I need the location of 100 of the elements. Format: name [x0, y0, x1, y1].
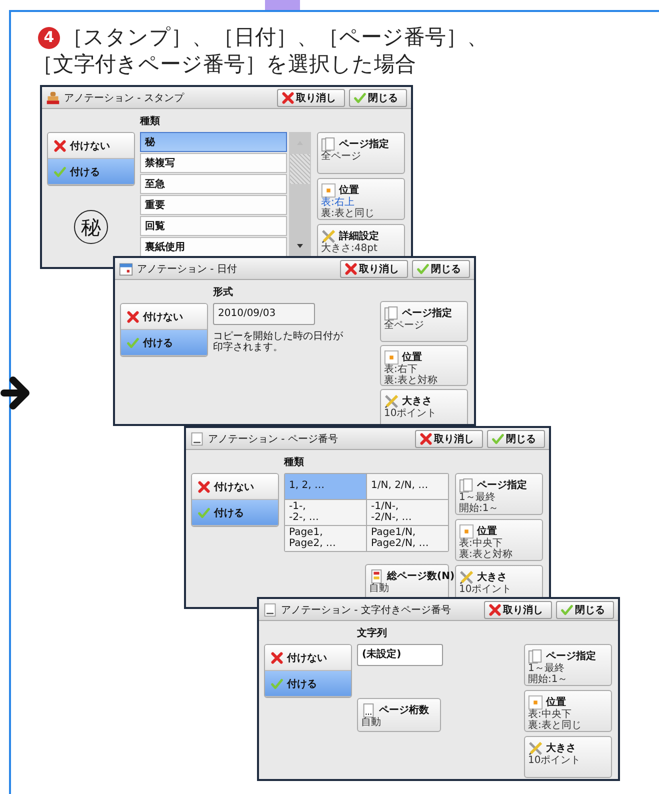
check-icon	[417, 262, 429, 274]
format-option[interactable]: Page1/N, Page2/N, …	[367, 526, 448, 551]
section-label: 種類	[140, 115, 161, 129]
pages-icon	[321, 136, 336, 152]
close-icon	[420, 432, 432, 444]
section-label: 形式	[213, 286, 234, 300]
document-icon	[190, 432, 204, 446]
list-item[interactable]: 禁複写	[140, 153, 287, 173]
setting-value: 裏:表と同じ	[528, 720, 582, 731]
setting-button[interactable]: 位置 表:右下 裏:表と対称	[380, 345, 468, 386]
setting-value: 10ポイント	[459, 585, 513, 596]
document-icon	[369, 568, 384, 584]
setting-value: 全ページ	[321, 152, 362, 162]
input-field[interactable]: 2010/09/03	[213, 303, 315, 325]
list-item[interactable]: 至急	[140, 174, 287, 194]
format-option[interactable]: 1, 2, …	[285, 474, 366, 499]
cancel-button[interactable]: 取り消し	[277, 88, 345, 106]
position-icon	[528, 694, 543, 710]
setting-value: 裏:表と対称	[459, 550, 514, 560]
position-icon	[321, 182, 336, 198]
setting-value: 裏:表と同じ	[321, 208, 376, 219]
window-title: アノテーション - ページ番号	[208, 432, 339, 446]
setting-value: 表:右下	[384, 365, 418, 375]
note-text: コピーを開始した時の日付が印字されます。	[213, 331, 343, 353]
format-option[interactable]: -1/N-, -2/N-, …	[367, 500, 448, 525]
setting-button[interactable]: 大きさ 10ポイント	[380, 389, 468, 424]
check-icon	[354, 92, 366, 104]
close-button[interactable]: 閉じる	[412, 260, 470, 278]
scrollbar[interactable]	[289, 132, 311, 257]
tools-icon	[384, 394, 399, 408]
list-item[interactable]: 回覧	[140, 216, 287, 236]
setting-button[interactable]: 位置 表:右上 裏:表と同じ	[317, 178, 405, 220]
list-item[interactable]: 裏紙使用	[140, 237, 287, 257]
setting-button[interactable]: ページ桁数 自動	[357, 698, 441, 732]
setting-button[interactable]: 位置 表:中央下 裏:表と同じ	[524, 690, 612, 732]
close-button[interactable]: 閉じる	[487, 430, 545, 448]
calendar-icon	[119, 262, 133, 276]
list-item[interactable]: 秘	[140, 132, 287, 152]
option-button[interactable]: 付ける	[48, 159, 134, 185]
format-option[interactable]: -1-, -2-, …	[285, 500, 366, 525]
option-button[interactable]: 付けない	[121, 304, 207, 330]
heading-text: ［文字付きページ番号］を選択した場合	[32, 51, 417, 78]
setting-value: 1～最終	[459, 493, 496, 503]
option-button[interactable]: 付けない	[48, 133, 134, 159]
close-button[interactable]: 閉じる	[349, 88, 407, 106]
option-button[interactable]: 付けない	[192, 474, 278, 500]
close-icon	[345, 262, 357, 274]
cross-icon	[54, 140, 66, 152]
close-icon	[282, 92, 294, 104]
option-button[interactable]: 付ける	[192, 500, 278, 526]
setting-button[interactable]: 位置 表:中央下 裏:表と対称	[455, 519, 543, 561]
heading-text: ［スタンプ］、［日付］、［ページ番号］、	[62, 24, 488, 51]
check-icon	[127, 336, 139, 348]
format-option[interactable]: 1/N, 2/N, …	[367, 474, 448, 499]
setting-value: 10ポイント	[528, 756, 582, 766]
tab-marker	[265, 0, 300, 10]
window-title: アノテーション - 日付	[137, 262, 238, 276]
list-item[interactable]: 重要	[140, 195, 287, 215]
setting-value: 大きさ:48pt	[321, 244, 378, 254]
close-button[interactable]: 閉じる	[556, 600, 614, 618]
tools-icon	[459, 570, 474, 584]
stamp-preview: 秘	[74, 210, 108, 244]
check-icon	[198, 506, 210, 518]
setting-button[interactable]: ページ指定 全ページ	[380, 301, 468, 342]
check-icon	[54, 166, 66, 178]
tools-icon	[528, 740, 543, 756]
tools-icon	[321, 228, 336, 244]
option-button[interactable]: 付ける	[121, 330, 207, 356]
document-icon	[361, 702, 376, 718]
setting-button[interactable]: ページ指定 1～最終 開始:1～	[524, 644, 612, 686]
setting-button[interactable]: 大きさ 10ポイント	[524, 736, 612, 778]
cancel-button[interactable]: 取り消し	[415, 430, 483, 448]
position-icon	[459, 524, 474, 538]
check-icon	[561, 604, 573, 616]
section-label: 文字列	[357, 627, 388, 641]
setting-button[interactable]: ページ指定 全ページ	[317, 132, 405, 174]
scroll-thumb[interactable]	[290, 154, 310, 184]
check-icon	[271, 678, 283, 690]
window-title: アノテーション - スタンプ	[64, 92, 186, 104]
pages-icon	[459, 478, 474, 492]
input-field[interactable]: (未設定)	[357, 644, 443, 666]
step-number: 4	[38, 26, 60, 48]
cancel-button[interactable]: 取り消し	[340, 260, 408, 278]
window-title: アノテーション - 文字付きページ番号	[281, 604, 452, 616]
setting-value: 表:右上	[321, 198, 356, 208]
pages-icon	[528, 648, 543, 664]
setting-value: 開始:1～	[528, 674, 569, 685]
check-icon	[492, 432, 504, 444]
setting-button[interactable]: ページ指定 1～最終 開始:1～	[455, 473, 543, 515]
cancel-button[interactable]: 取り消し	[484, 600, 552, 618]
option-button[interactable]: 付けない	[265, 645, 351, 671]
section-label: 種類	[284, 456, 305, 470]
setting-value: 全ページ	[384, 321, 425, 332]
cross-icon	[127, 310, 139, 322]
option-button[interactable]: 付ける	[265, 671, 351, 697]
setting-value: 1～最終	[528, 664, 566, 674]
format-option[interactable]: Page1, Page2, …	[285, 526, 366, 551]
setting-value: 表:中央下	[459, 539, 502, 549]
close-icon	[489, 604, 501, 616]
setting-value: 開始:1～	[459, 504, 500, 514]
